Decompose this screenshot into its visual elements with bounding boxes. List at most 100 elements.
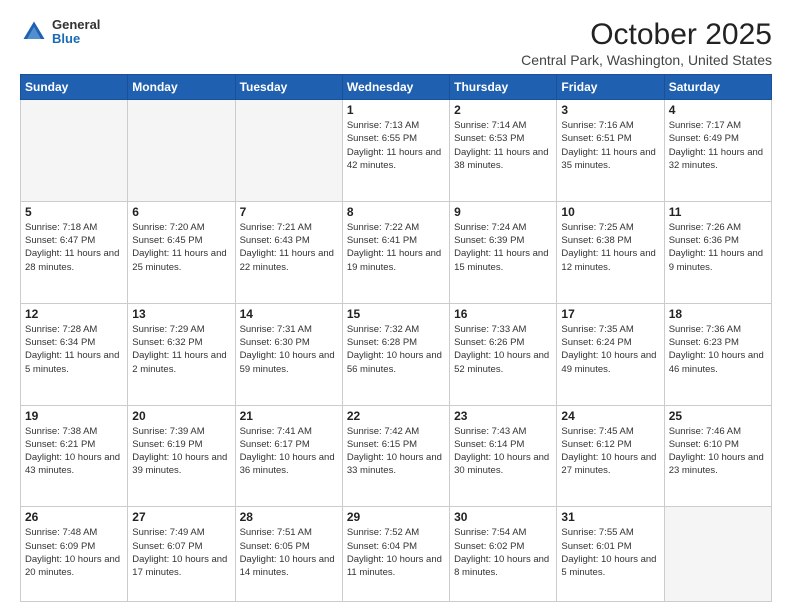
calendar-cell: 2 Sunrise: 7:14 AM Sunset: 6:53 PM Daylig…: [450, 100, 557, 202]
calendar-cell: 31 Sunrise: 7:55 AM Sunset: 6:01 PM Dayli…: [557, 507, 664, 602]
calendar-header-row: SundayMondayTuesdayWednesdayThursdayFrid…: [21, 75, 772, 100]
calendar-week-2: 12Sunrise: 7:28 AM Sunset: 6:34 PM Dayli…: [21, 303, 772, 405]
calendar-cell: 20 Sunrise: 7:39 AM Sunset: 6:19 PM Dayli…: [128, 405, 235, 507]
calendar-cell: 7 Sunrise: 7:21 AM Sunset: 6:43 PM Daylig…: [235, 201, 342, 303]
calendar-cell: [21, 100, 128, 202]
calendar-cell: 11 Sunrise: 7:26 AM Sunset: 6:36 PM Dayli…: [664, 201, 771, 303]
day-number: 16: [454, 307, 552, 321]
calendar-cell: 1 Sunrise: 7:13 AM Sunset: 6:55 PM Daylig…: [342, 100, 449, 202]
day-number: 19: [25, 409, 123, 423]
logo-general-text: General: [52, 18, 100, 32]
calendar-week-4: 26Sunrise: 7:48 AM Sunset: 6:09 PM Dayli…: [21, 507, 772, 602]
calendar-cell: 10Sunrise: 7:25 AM Sunset: 6:38 PM Dayli…: [557, 201, 664, 303]
day-info: Sunrise: 7:24 AM Sunset: 6:39 PM Dayligh…: [454, 221, 552, 274]
day-number: 23: [454, 409, 552, 423]
day-number: 24: [561, 409, 659, 423]
calendar-cell: [235, 100, 342, 202]
calendar-week-3: 19 Sunrise: 7:38 AM Sunset: 6:21 PM Dayli…: [21, 405, 772, 507]
day-number: 1: [347, 103, 445, 117]
day-info: Sunrise: 7:14 AM Sunset: 6:53 PM Dayligh…: [454, 119, 552, 172]
day-info: Sunrise: 7:54 AM Sunset: 6:02 PM Dayligh…: [454, 526, 552, 579]
calendar-header-friday: Friday: [557, 75, 664, 100]
calendar-cell: 13 Sunrise: 7:29 AM Sunset: 6:32 PM Dayli…: [128, 303, 235, 405]
calendar-cell: [128, 100, 235, 202]
calendar-cell: 19 Sunrise: 7:38 AM Sunset: 6:21 PM Dayli…: [21, 405, 128, 507]
calendar-cell: 5Sunrise: 7:18 AM Sunset: 6:47 PM Daylig…: [21, 201, 128, 303]
calendar-cell: [664, 507, 771, 602]
day-number: 4: [669, 103, 767, 117]
day-number: 9: [454, 205, 552, 219]
day-number: 7: [240, 205, 338, 219]
day-info: Sunrise: 7:29 AM Sunset: 6:32 PM Dayligh…: [132, 323, 230, 376]
calendar-cell: 15 Sunrise: 7:32 AM Sunset: 6:28 PM Dayli…: [342, 303, 449, 405]
day-info: Sunrise: 7:26 AM Sunset: 6:36 PM Dayligh…: [669, 221, 767, 274]
day-number: 26: [25, 510, 123, 524]
day-number: 30: [454, 510, 552, 524]
day-info: Sunrise: 7:49 AM Sunset: 6:07 PM Dayligh…: [132, 526, 230, 579]
day-info: Sunrise: 7:32 AM Sunset: 6:28 PM Dayligh…: [347, 323, 445, 376]
day-info: Sunrise: 7:43 AM Sunset: 6:14 PM Dayligh…: [454, 425, 552, 478]
day-number: 3: [561, 103, 659, 117]
calendar-cell: 22Sunrise: 7:42 AM Sunset: 6:15 PM Dayli…: [342, 405, 449, 507]
day-number: 28: [240, 510, 338, 524]
day-info: Sunrise: 7:18 AM Sunset: 6:47 PM Dayligh…: [25, 221, 123, 274]
day-number: 21: [240, 409, 338, 423]
day-info: Sunrise: 7:22 AM Sunset: 6:41 PM Dayligh…: [347, 221, 445, 274]
calendar-cell: 30 Sunrise: 7:54 AM Sunset: 6:02 PM Dayli…: [450, 507, 557, 602]
day-info: Sunrise: 7:35 AM Sunset: 6:24 PM Dayligh…: [561, 323, 659, 376]
day-number: 12: [25, 307, 123, 321]
logo-blue-text: Blue: [52, 32, 100, 46]
day-info: Sunrise: 7:38 AM Sunset: 6:21 PM Dayligh…: [25, 425, 123, 478]
calendar-cell: 16 Sunrise: 7:33 AM Sunset: 6:26 PM Dayli…: [450, 303, 557, 405]
calendar: SundayMondayTuesdayWednesdayThursdayFrid…: [20, 74, 772, 602]
day-info: Sunrise: 7:55 AM Sunset: 6:01 PM Dayligh…: [561, 526, 659, 579]
calendar-cell: 4 Sunrise: 7:17 AM Sunset: 6:49 PM Daylig…: [664, 100, 771, 202]
day-number: 17: [561, 307, 659, 321]
day-info: Sunrise: 7:39 AM Sunset: 6:19 PM Dayligh…: [132, 425, 230, 478]
calendar-cell: 24Sunrise: 7:45 AM Sunset: 6:12 PM Dayli…: [557, 405, 664, 507]
day-number: 10: [561, 205, 659, 219]
day-number: 29: [347, 510, 445, 524]
day-info: Sunrise: 7:42 AM Sunset: 6:15 PM Dayligh…: [347, 425, 445, 478]
day-number: 8: [347, 205, 445, 219]
logo: General Blue: [20, 18, 100, 47]
day-info: Sunrise: 7:33 AM Sunset: 6:26 PM Dayligh…: [454, 323, 552, 376]
calendar-cell: 3Sunrise: 7:16 AM Sunset: 6:51 PM Daylig…: [557, 100, 664, 202]
calendar-cell: 8 Sunrise: 7:22 AM Sunset: 6:41 PM Daylig…: [342, 201, 449, 303]
day-number: 2: [454, 103, 552, 117]
day-number: 31: [561, 510, 659, 524]
calendar-week-1: 5Sunrise: 7:18 AM Sunset: 6:47 PM Daylig…: [21, 201, 772, 303]
calendar-cell: 29 Sunrise: 7:52 AM Sunset: 6:04 PM Dayli…: [342, 507, 449, 602]
calendar-cell: 27 Sunrise: 7:49 AM Sunset: 6:07 PM Dayli…: [128, 507, 235, 602]
logo-icon: [20, 18, 48, 46]
calendar-cell: 23 Sunrise: 7:43 AM Sunset: 6:14 PM Dayli…: [450, 405, 557, 507]
day-info: Sunrise: 7:31 AM Sunset: 6:30 PM Dayligh…: [240, 323, 338, 376]
day-number: 27: [132, 510, 230, 524]
header: General Blue October 2025 Central Park, …: [20, 18, 772, 68]
day-info: Sunrise: 7:52 AM Sunset: 6:04 PM Dayligh…: [347, 526, 445, 579]
location: Central Park, Washington, United States: [521, 52, 772, 68]
calendar-cell: 18Sunrise: 7:36 AM Sunset: 6:23 PM Dayli…: [664, 303, 771, 405]
day-info: Sunrise: 7:21 AM Sunset: 6:43 PM Dayligh…: [240, 221, 338, 274]
day-info: Sunrise: 7:51 AM Sunset: 6:05 PM Dayligh…: [240, 526, 338, 579]
day-info: Sunrise: 7:46 AM Sunset: 6:10 PM Dayligh…: [669, 425, 767, 478]
calendar-cell: 25Sunrise: 7:46 AM Sunset: 6:10 PM Dayli…: [664, 405, 771, 507]
day-number: 20: [132, 409, 230, 423]
calendar-header-tuesday: Tuesday: [235, 75, 342, 100]
page: General Blue October 2025 Central Park, …: [0, 0, 792, 612]
day-info: Sunrise: 7:41 AM Sunset: 6:17 PM Dayligh…: [240, 425, 338, 478]
calendar-header-wednesday: Wednesday: [342, 75, 449, 100]
title-block: October 2025 Central Park, Washington, U…: [521, 18, 772, 68]
day-number: 13: [132, 307, 230, 321]
day-number: 15: [347, 307, 445, 321]
day-number: 11: [669, 205, 767, 219]
calendar-header-monday: Monday: [128, 75, 235, 100]
calendar-cell: 14Sunrise: 7:31 AM Sunset: 6:30 PM Dayli…: [235, 303, 342, 405]
day-info: Sunrise: 7:20 AM Sunset: 6:45 PM Dayligh…: [132, 221, 230, 274]
day-info: Sunrise: 7:13 AM Sunset: 6:55 PM Dayligh…: [347, 119, 445, 172]
calendar-header-thursday: Thursday: [450, 75, 557, 100]
calendar-cell: 28 Sunrise: 7:51 AM Sunset: 6:05 PM Dayli…: [235, 507, 342, 602]
day-info: Sunrise: 7:17 AM Sunset: 6:49 PM Dayligh…: [669, 119, 767, 172]
calendar-cell: 6Sunrise: 7:20 AM Sunset: 6:45 PM Daylig…: [128, 201, 235, 303]
month-title: October 2025: [521, 18, 772, 52]
